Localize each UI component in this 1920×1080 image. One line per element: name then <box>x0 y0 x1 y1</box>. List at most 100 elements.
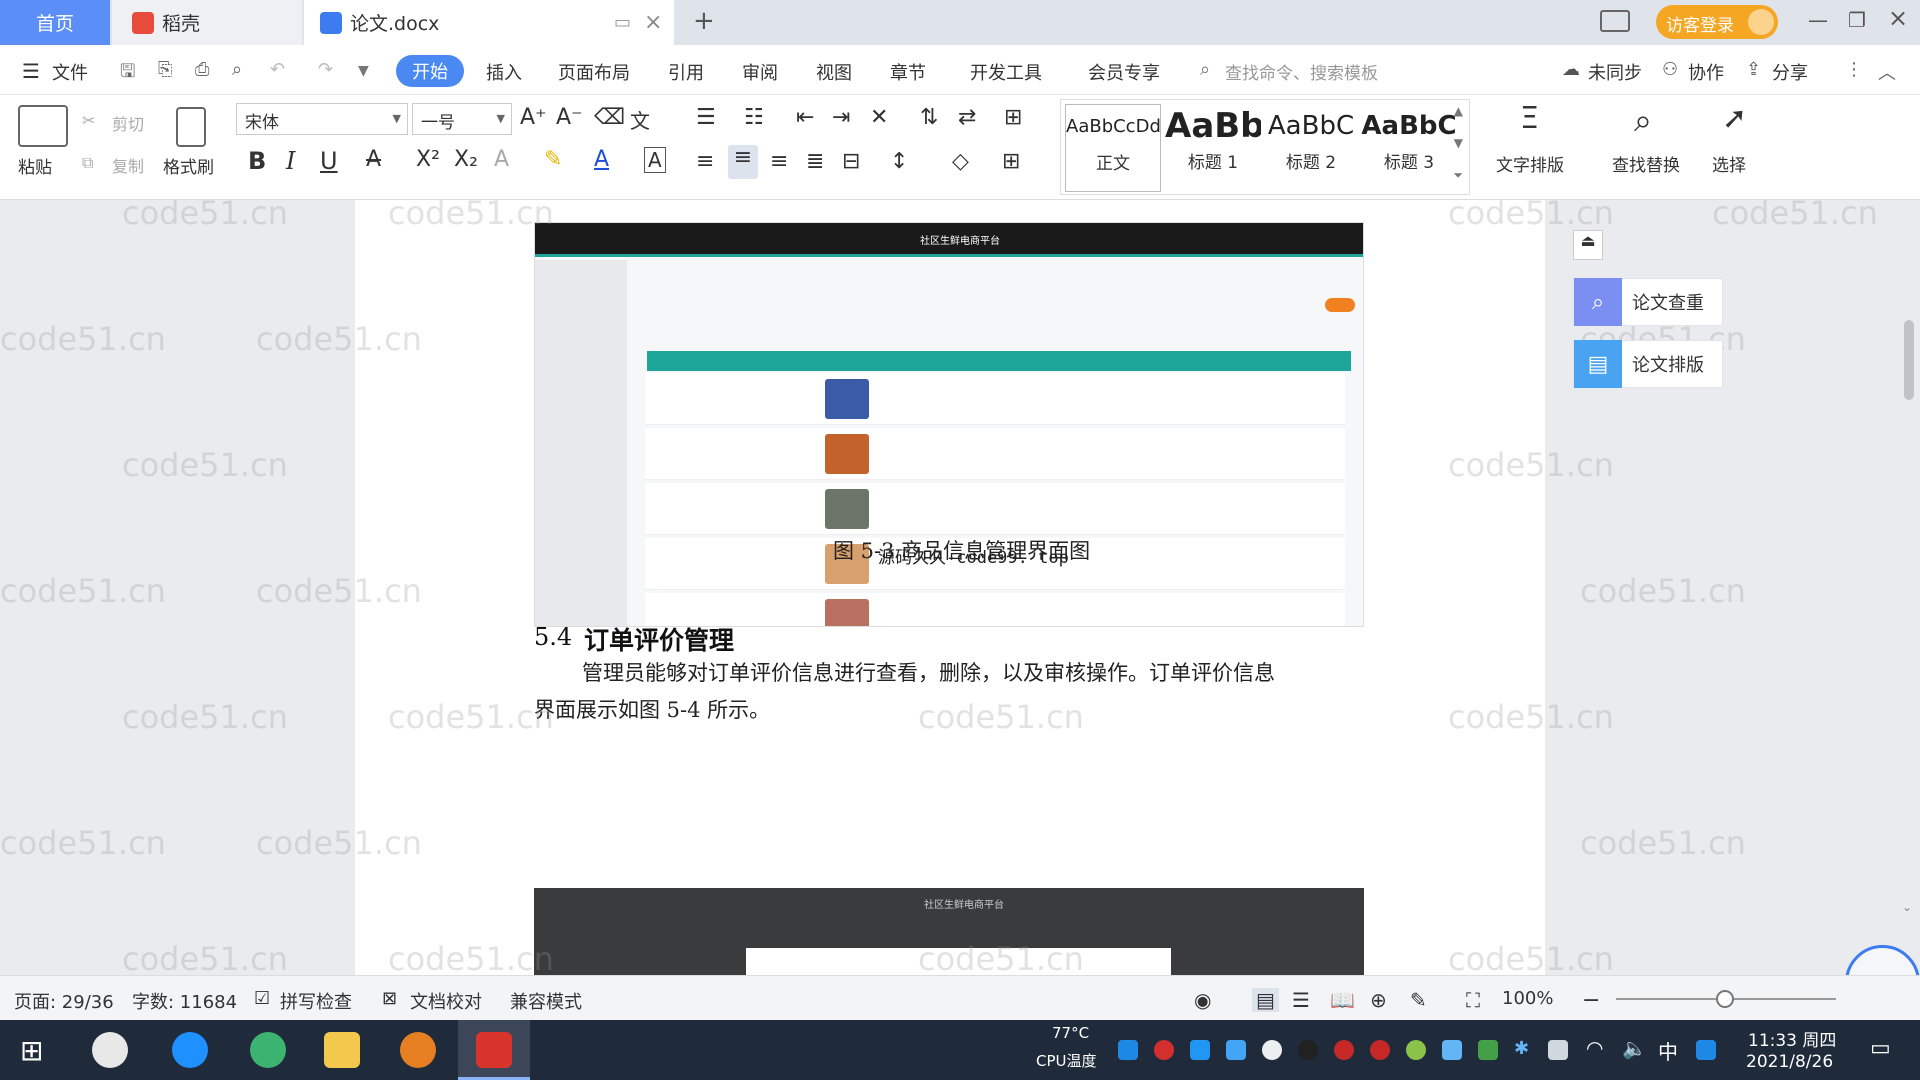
tab-close-icon[interactable]: × <box>644 10 662 35</box>
paste-button[interactable]: 粘贴 <box>18 153 52 178</box>
font-size-select[interactable]: 一号 ▼ <box>412 103 512 135</box>
pinwheel-app-icon[interactable] <box>92 1032 128 1068</box>
italic-icon[interactable]: I <box>286 147 295 175</box>
font-name-select[interactable]: 宋体 ▼ <box>236 103 408 135</box>
align-center-icon[interactable]: ≡ <box>728 145 758 179</box>
strikethrough-icon[interactable]: A <box>366 147 381 172</box>
scroll-down-icon[interactable]: ⌄ <box>1902 900 1912 914</box>
select-button[interactable]: 选择 <box>1712 151 1746 176</box>
text-layout-icon[interactable]: Ξ <box>1520 101 1539 136</box>
paper-layout-button[interactable]: ▤ 论文排版 <box>1573 340 1723 388</box>
style-heading-2[interactable]: AaBbC 标题 2 <box>1263 104 1359 192</box>
clock-date[interactable]: 2021/8/26 <box>1746 1052 1833 1072</box>
table-grid-icon[interactable]: ⊞ <box>1004 105 1022 130</box>
style-heading-3[interactable]: AaBbC 标题 3 <box>1361 104 1457 192</box>
restore-icon[interactable]: ❐ <box>1848 8 1866 32</box>
phonetic-guide-icon[interactable]: 文 <box>630 105 650 134</box>
cursor-select-icon[interactable]: ➚ <box>1722 101 1747 136</box>
tab-daoke[interactable]: 稻壳 <box>112 0 302 45</box>
clear-format-icon[interactable]: ⌫ <box>594 105 625 130</box>
distribute-icon[interactable]: ⊟ <box>842 149 860 174</box>
menu-view[interactable]: 视图 <box>816 59 852 85</box>
quick-access-dropdown-icon[interactable]: ▼ <box>358 63 369 79</box>
tray-icon[interactable] <box>1154 1040 1174 1060</box>
menu-insert[interactable]: 插入 <box>486 59 522 85</box>
page-indicator[interactable]: 页面: 29/36 <box>14 988 114 1014</box>
new-tab-button[interactable]: + <box>693 6 715 36</box>
font-color-icon[interactable]: A <box>594 147 609 172</box>
menu-file[interactable]: 文件 <box>52 59 88 85</box>
chevron-up-icon[interactable]: ▲ <box>1454 104 1463 118</box>
tray-icon[interactable] <box>1442 1040 1462 1060</box>
eye-protection-icon[interactable]: ◉ <box>1194 988 1211 1012</box>
web-view-icon[interactable]: ⊕ <box>1370 988 1387 1012</box>
visitor-login-button[interactable]: 访客登录 <box>1656 5 1778 39</box>
browser-360-icon[interactable] <box>250 1032 286 1068</box>
wifi-icon[interactable]: ◠ <box>1586 1036 1603 1060</box>
text-layout-button[interactable]: 文字排版 <box>1496 151 1564 176</box>
menu-reference[interactable]: 引用 <box>668 59 704 85</box>
ime-app-icon[interactable] <box>1696 1040 1716 1060</box>
ie-browser-icon[interactable] <box>172 1032 208 1068</box>
align-left-icon[interactable]: ≡ <box>696 149 714 174</box>
bluetooth-icon[interactable]: ✱ <box>1514 1038 1529 1059</box>
fit-page-icon[interactable]: ⛶ <box>1466 988 1480 1012</box>
shading-icon[interactable]: ◇ <box>952 149 969 174</box>
spell-check-button[interactable]: 拼写检查 <box>280 988 352 1014</box>
increase-indent-icon[interactable]: ⇥ <box>832 105 850 130</box>
tray-icon[interactable] <box>1370 1040 1390 1060</box>
word-count[interactable]: 字数: 11684 <box>132 988 237 1014</box>
increase-font-icon[interactable]: A⁺ <box>520 105 547 130</box>
layout-icon[interactable] <box>1600 10 1630 32</box>
cut-button[interactable]: 剪切 <box>112 111 144 135</box>
expand-styles-icon[interactable]: ⏷ <box>1453 168 1463 183</box>
bold-icon[interactable]: B <box>248 147 266 175</box>
zoom-level[interactable]: 100% <box>1502 988 1553 1009</box>
highlight-icon[interactable]: ✎ <box>544 147 562 172</box>
text-effect-icon[interactable]: A <box>494 147 509 172</box>
save-icon[interactable]: 🖫 <box>120 59 135 89</box>
justify-icon[interactable]: ≣ <box>806 149 824 174</box>
align-right-icon[interactable]: ≡ <box>770 149 788 174</box>
share-button[interactable]: 分享 <box>1772 59 1808 85</box>
nvidia-icon[interactable] <box>1478 1040 1498 1060</box>
shield-icon[interactable] <box>1226 1040 1246 1060</box>
tray-icon[interactable] <box>1406 1040 1426 1060</box>
write-view-icon[interactable]: ✎ <box>1410 988 1427 1012</box>
command-search-input[interactable]: 查找命令、搜索模板 <box>1225 59 1378 84</box>
qq-icon[interactable] <box>1298 1040 1318 1060</box>
menu-start[interactable]: 开始 <box>396 55 464 87</box>
copy-button[interactable]: 复制 <box>112 153 144 177</box>
print-preview-icon[interactable]: ⌕ <box>232 59 242 80</box>
format-painter-button[interactable]: 格式刷 <box>163 153 214 178</box>
eject-icon[interactable]: ⏏ <box>1573 230 1603 260</box>
tray-icon[interactable] <box>1334 1040 1354 1060</box>
menu-review[interactable]: 审阅 <box>742 59 778 85</box>
tray-icon[interactable] <box>1190 1040 1210 1060</box>
decrease-font-icon[interactable]: A⁻ <box>556 105 583 130</box>
page-view-icon[interactable]: ▤ <box>1252 988 1279 1012</box>
volume-icon[interactable]: 🔈 <box>1622 1036 1647 1060</box>
sort-icon[interactable]: ⇅ <box>920 105 938 130</box>
export-icon[interactable]: ⎘ <box>158 59 172 80</box>
menu-developer-tools[interactable]: 开发工具 <box>970 59 1042 85</box>
bell-icon[interactable] <box>1262 1040 1282 1060</box>
tray-icon[interactable] <box>1118 1040 1138 1060</box>
superscript-icon[interactable]: X² <box>416 147 440 172</box>
numbered-list-icon[interactable]: ☷ <box>744 105 764 130</box>
tab-document[interactable]: 论文.docx ▭ × <box>304 0 674 45</box>
paste-icon[interactable] <box>18 105 68 147</box>
tab-home[interactable]: 首页 <box>0 0 110 45</box>
style-normal[interactable]: AaBbCcDd 正文 <box>1065 104 1161 192</box>
char-border-icon[interactable]: A <box>644 147 666 173</box>
menu-page-layout[interactable]: 页面布局 <box>558 59 630 85</box>
reading-view-icon[interactable]: 📖 <box>1330 988 1355 1012</box>
collaborate-button[interactable]: 协作 <box>1688 59 1724 85</box>
clock-time[interactable]: 11:33 周四 <box>1748 1026 1836 1051</box>
underline-icon[interactable]: U <box>320 147 338 175</box>
ime-indicator[interactable]: 中 <box>1658 1036 1678 1065</box>
zoom-slider-thumb[interactable] <box>1716 990 1734 1008</box>
zoom-slider[interactable] <box>1616 990 1836 1008</box>
magnifier-icon[interactable]: ⌕ <box>1634 101 1652 140</box>
close-window-icon[interactable]: × <box>1888 4 1908 32</box>
